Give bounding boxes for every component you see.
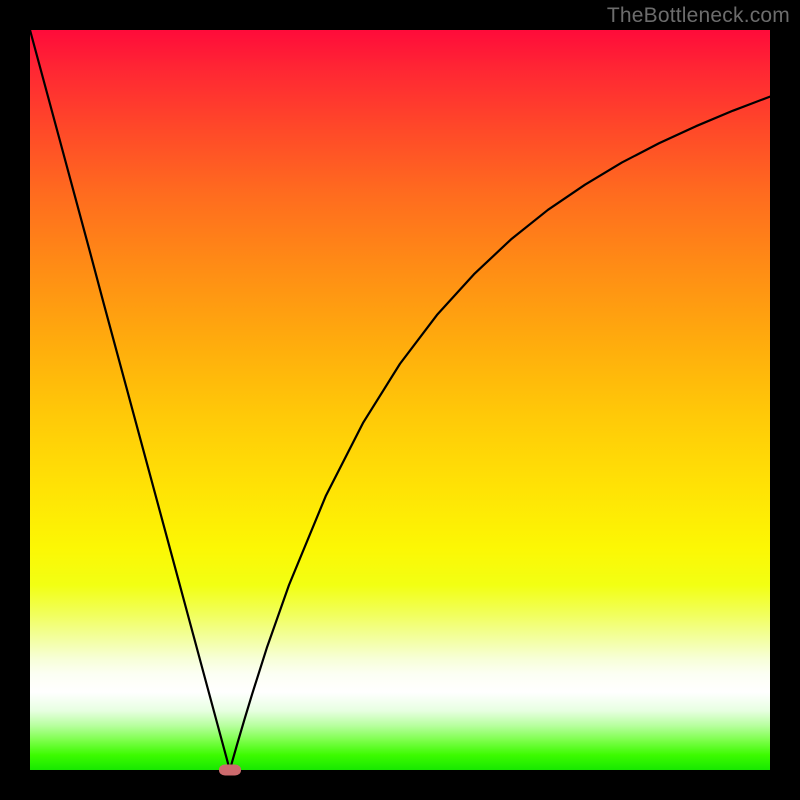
watermark-label: TheBottleneck.com (607, 4, 790, 28)
curve-path (30, 30, 770, 770)
bottleneck-curve (30, 30, 770, 770)
chart-frame: TheBottleneck.com (0, 0, 800, 800)
minimum-marker (219, 765, 241, 776)
plot-area (30, 30, 770, 770)
